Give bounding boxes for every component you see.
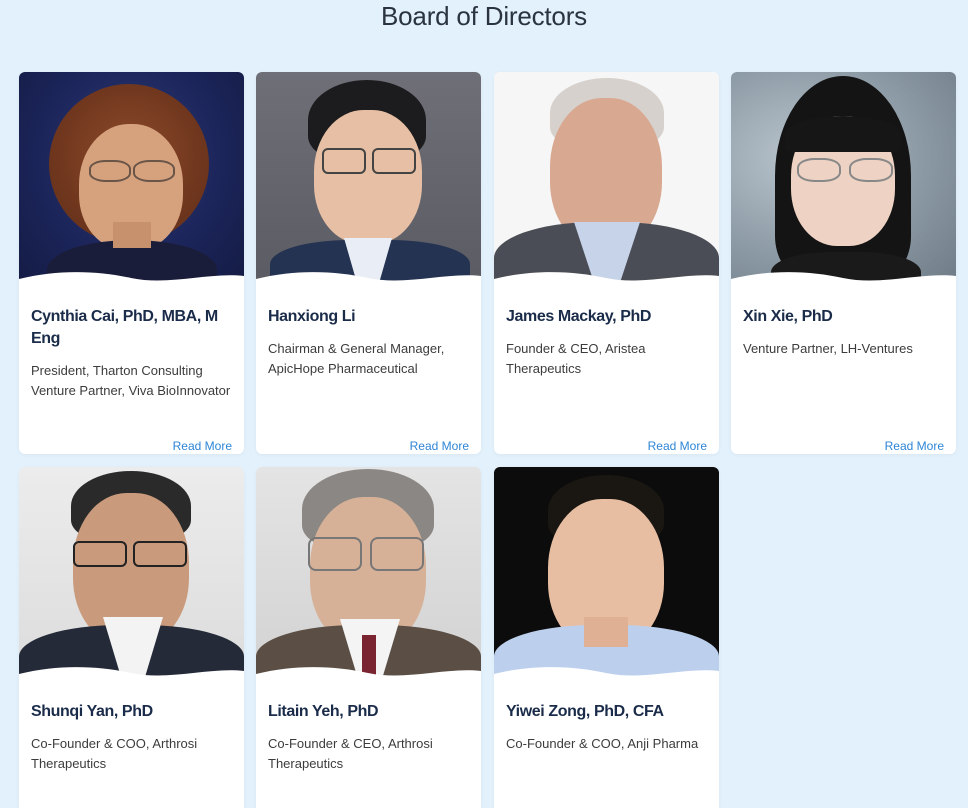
director-name: Shunqi Yan, PhD: [31, 703, 153, 720]
director-name: Litain Yeh, PhD: [268, 703, 379, 720]
director-photo: [731, 72, 956, 286]
director-photo: [256, 467, 481, 681]
wave-divider-icon: [494, 667, 719, 681]
director-card-litain-yeh: Litain Yeh, PhD Co-Founder & CEO, Arthro…: [256, 467, 481, 808]
director-photo: [494, 467, 719, 681]
director-card-hanxiong-li: Hanxiong Li Chairman & General Manager, …: [256, 72, 481, 454]
director-card-shunqi-yan: Shunqi Yan, PhD Co-Founder & COO, Arthro…: [19, 467, 244, 808]
director-name: Yiwei Zong, PhD, CFA: [506, 703, 664, 720]
wave-divider-icon: [494, 272, 719, 286]
director-photo: [494, 72, 719, 286]
director-name: James Mackay, PhD: [506, 308, 651, 325]
director-card-xin-xie: Xin Xie, PhD Venture Partner, LH-Venture…: [731, 72, 956, 454]
director-name: Xin Xie, PhD: [743, 308, 833, 325]
wave-divider-icon: [731, 272, 956, 286]
director-role: Founder & CEO, Aristea Therapeutics: [506, 341, 646, 376]
wave-divider-icon: [19, 667, 244, 681]
director-card-yiwei-zong: Yiwei Zong, PhD, CFA Co-Founder & COO, A…: [494, 467, 719, 808]
wave-divider-icon: [19, 272, 244, 286]
read-more-link[interactable]: Read More: [885, 439, 944, 453]
director-name: Hanxiong Li: [268, 308, 356, 325]
director-role: President, Tharton Consulting Venture Pa…: [31, 363, 231, 398]
director-photo: [256, 72, 481, 286]
read-more-link[interactable]: Read More: [173, 439, 232, 453]
director-card-james-mackay: James Mackay, PhD Founder & CEO, Aristea…: [494, 72, 719, 454]
director-role: Co-Founder & COO, Arthrosi Therapeutics: [31, 736, 198, 771]
wave-divider-icon: [256, 667, 481, 681]
director-role: Chairman & General Manager, ApicHope Pha…: [268, 341, 445, 376]
director-role: Co-Founder & CEO, Arthrosi Therapeutics: [268, 736, 433, 771]
director-photo: [19, 467, 244, 681]
read-more-link[interactable]: Read More: [410, 439, 469, 453]
director-role: Co-Founder & COO, Anji Pharma: [506, 736, 699, 751]
director-name: Cynthia Cai, PhD, MBA, M Eng: [31, 308, 218, 347]
wave-divider-icon: [256, 272, 481, 286]
director-role: Venture Partner, LH-Ventures: [743, 341, 913, 356]
director-card-cynthia-cai: Cynthia Cai, PhD, MBA, M Eng President, …: [19, 72, 244, 454]
director-photo: [19, 72, 244, 286]
page-title: Board of Directors: [381, 1, 587, 31]
read-more-link[interactable]: Read More: [648, 439, 707, 453]
